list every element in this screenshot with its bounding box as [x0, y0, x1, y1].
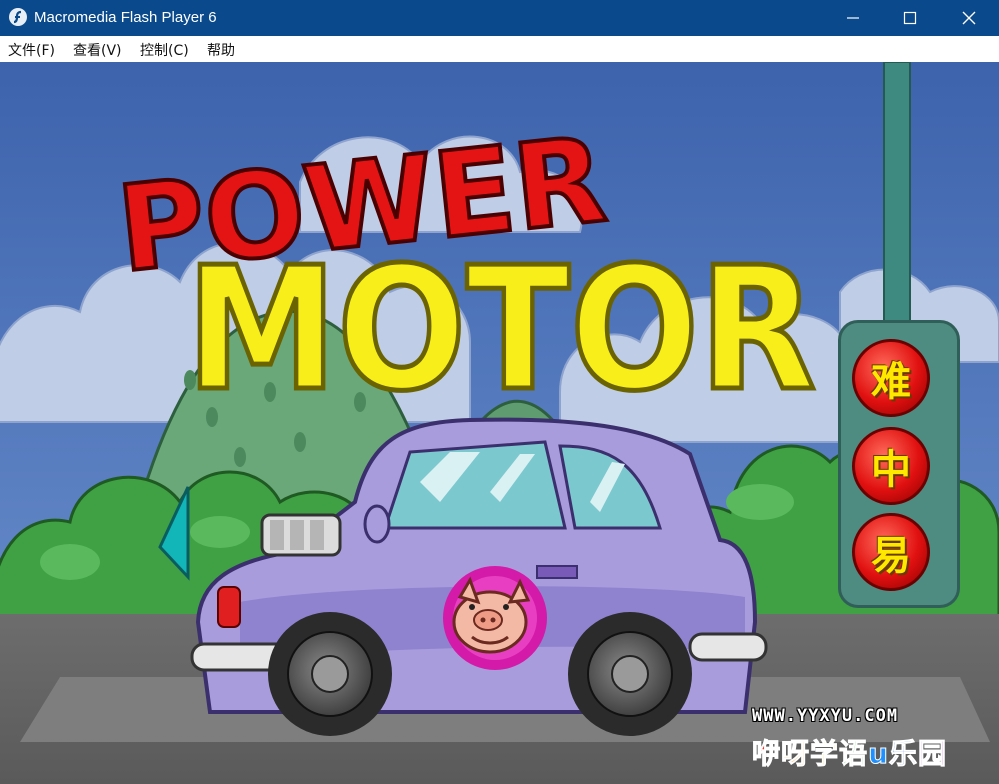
- menu-control[interactable]: 控制(C): [140, 40, 189, 60]
- site-name-char: 语: [839, 737, 869, 771]
- svg-text:MOTOR: MOTOR: [186, 231, 816, 429]
- motor-logo: MOTOR: [184, 229, 819, 432]
- window-title: Macromedia Flash Player 6: [34, 9, 217, 26]
- difficulty-hard-label: 难: [871, 359, 911, 405]
- window-title-bar[interactable]: Macromedia Flash Player 6: [0, 0, 999, 36]
- site-name-char: 呀: [781, 737, 811, 771]
- site-name-char: 乐: [888, 737, 919, 771]
- site-url: WWW.YYXYU.COM: [752, 706, 899, 726]
- site-name-char: 学: [810, 737, 840, 771]
- difficulty-medium-label: 中: [871, 447, 911, 493]
- minimize-icon: [847, 17, 859, 19]
- menu-help[interactable]: 帮助: [207, 40, 235, 60]
- difficulty-hard-button[interactable]: 难: [852, 339, 930, 417]
- close-icon: [962, 11, 976, 25]
- maximize-button[interactable]: [881, 0, 939, 36]
- difficulty-medium-button[interactable]: 中: [852, 427, 930, 505]
- site-name-char: u: [868, 737, 889, 771]
- difficulty-easy-label: 易: [871, 533, 911, 579]
- difficulty-panel: 难 中 易: [838, 320, 960, 608]
- close-button[interactable]: [940, 0, 998, 36]
- flash-player-icon: [9, 8, 27, 26]
- pig-face-icon: [443, 566, 547, 670]
- difficulty-easy-button[interactable]: 易: [852, 513, 930, 591]
- site-name-char: 咿: [751, 737, 782, 771]
- menu-view[interactable]: 查看(V): [73, 40, 122, 60]
- site-name: 咿呀学语u乐园: [751, 732, 948, 772]
- maximize-icon: [903, 11, 917, 25]
- menu-file[interactable]: 文件(F): [8, 40, 55, 60]
- site-name-char: 园: [918, 737, 948, 771]
- menu-bar: 文件(F) 查看(V) 控制(C) 帮助: [0, 36, 999, 63]
- minimize-button[interactable]: [824, 0, 882, 36]
- game-stage[interactable]: POWER MOTOR 难 中 易 WWW.YYXYU.COM 咿呀学语u乐园: [0, 62, 999, 784]
